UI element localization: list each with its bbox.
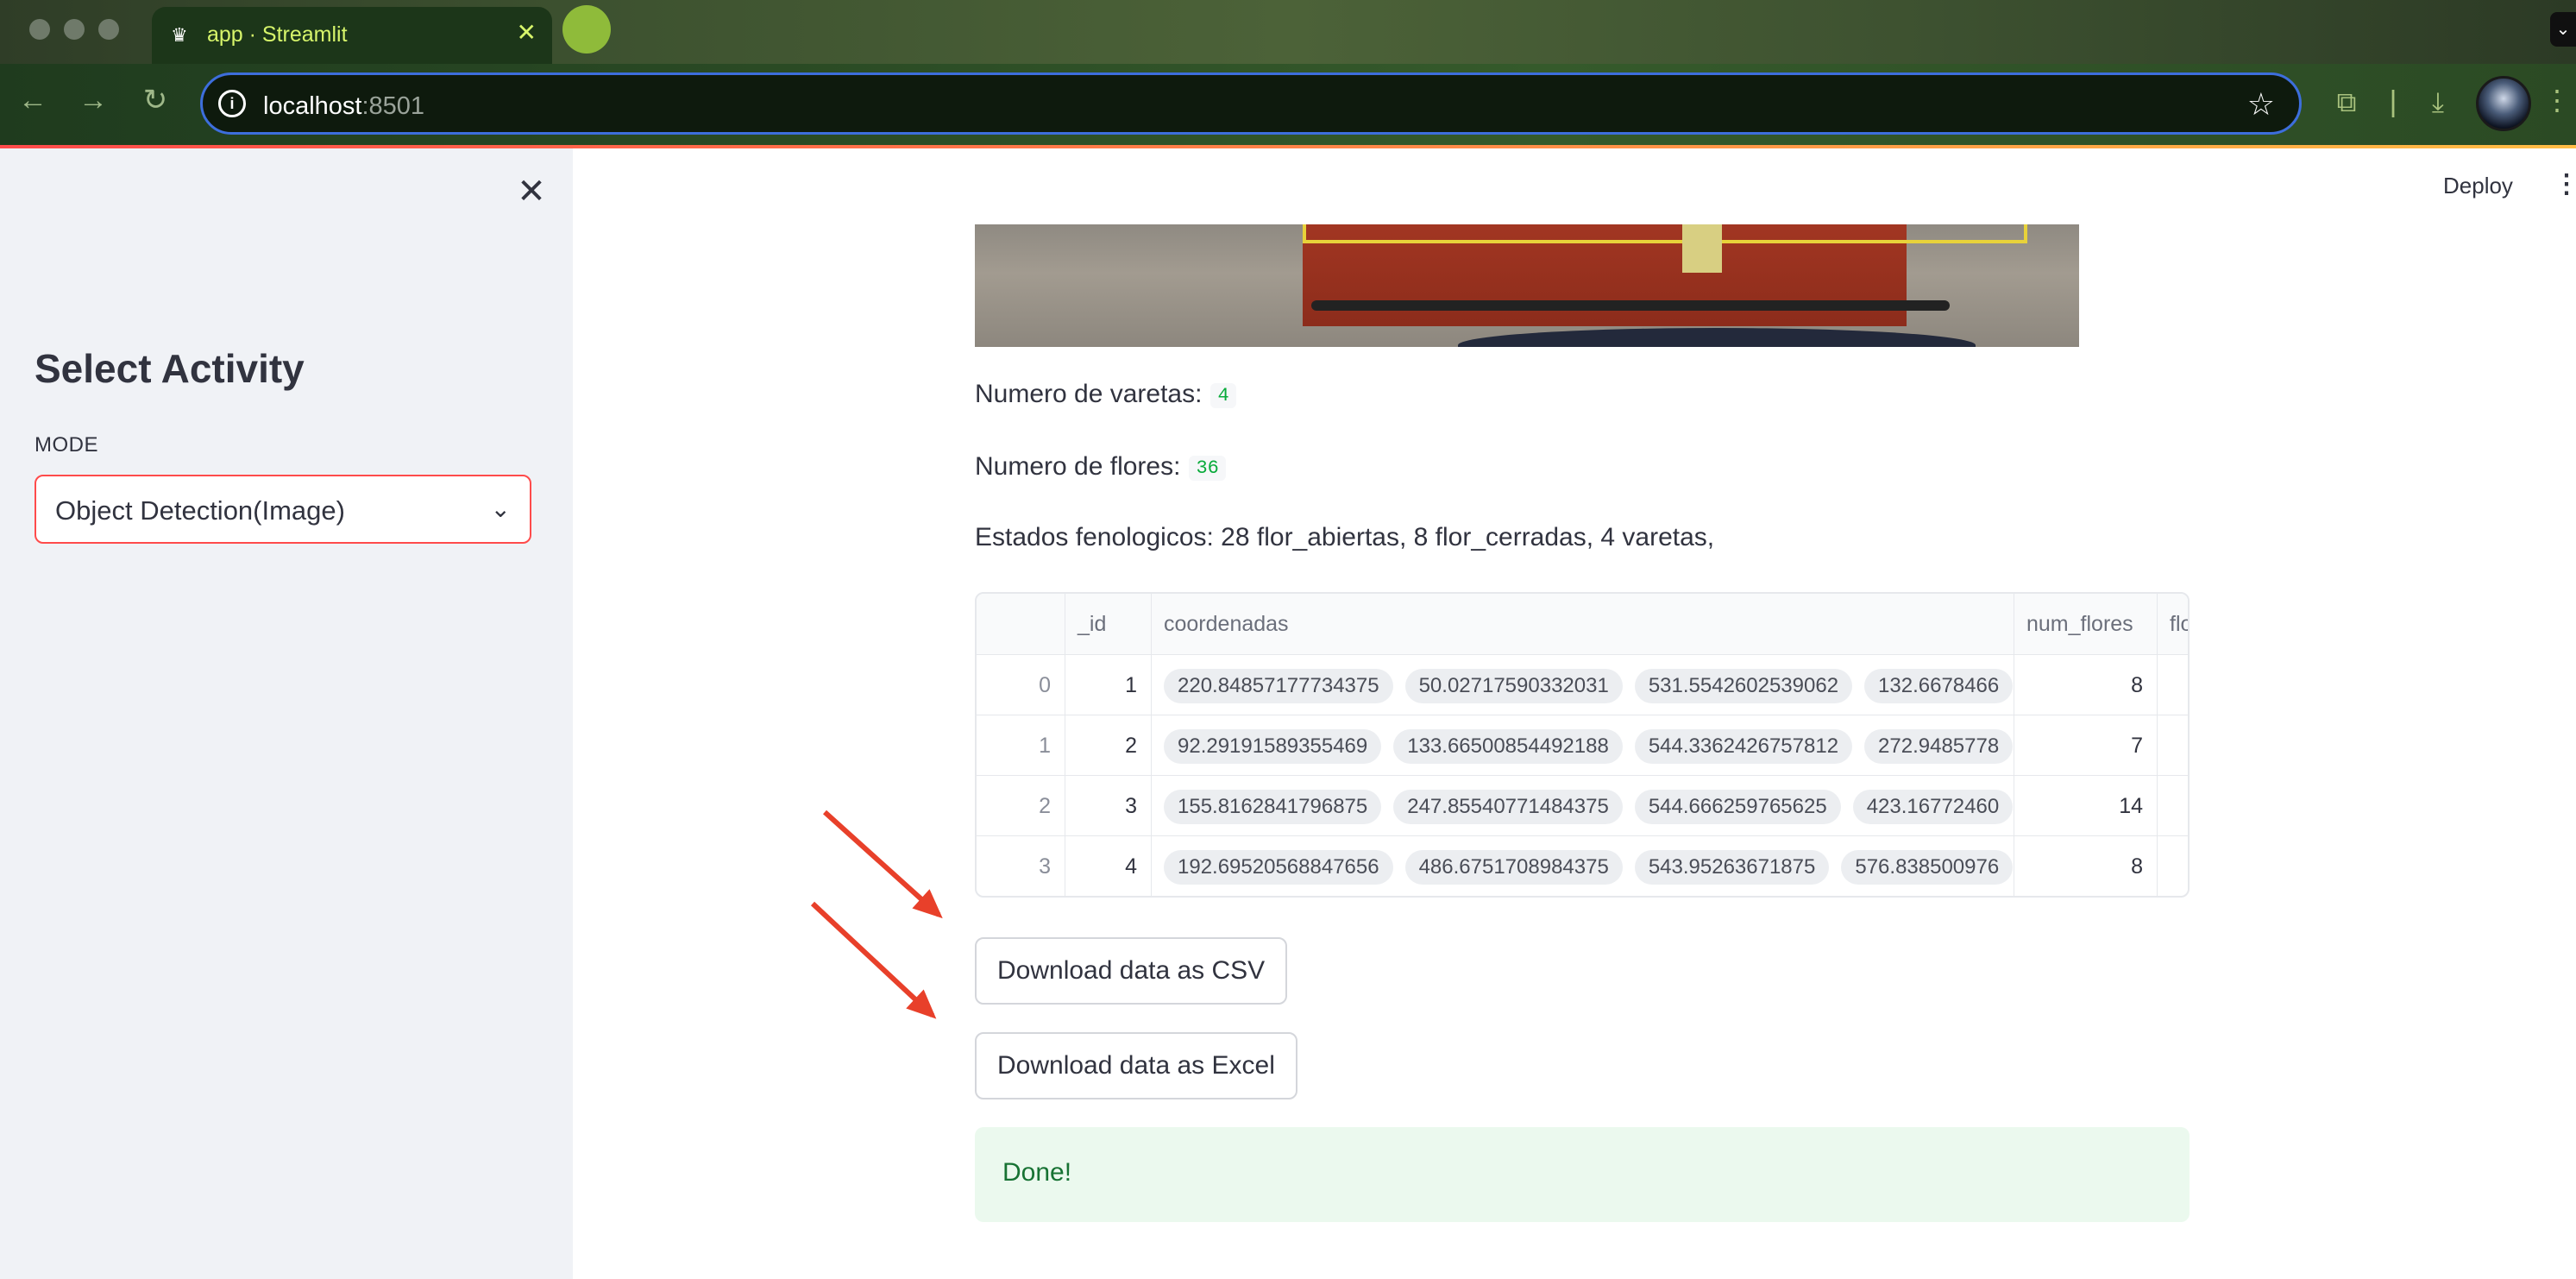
streamlit-crown-icon: ♛ <box>171 24 188 46</box>
tab-title: app · Streamlit <box>207 22 348 47</box>
extensions-puzzle-icon[interactable]: ⧉ <box>2329 85 2364 119</box>
cell-num-flores[interactable]: 8 <box>2014 655 2157 715</box>
new-tab-button[interactable] <box>562 5 611 54</box>
cell-truncated[interactable] <box>2157 655 2188 715</box>
cell-truncated[interactable] <box>2157 836 2188 896</box>
image-detection-box <box>1303 224 2027 243</box>
coord-pill: 132.6678466 <box>1864 669 2014 704</box>
window-close-dot[interactable] <box>29 19 50 40</box>
cell-coordenadas[interactable]: 155.8162841796875 247.85540771484375 544.6… <box>1151 776 2014 836</box>
success-alert: Done! <box>975 1127 2190 1222</box>
close-sidebar-icon[interactable]: ✕ <box>514 174 549 209</box>
address-bar[interactable]: i localhost:8501 ☆ <box>200 72 2302 135</box>
column-header-index[interactable] <box>977 594 1065 654</box>
toolbar-divider: | <box>2389 85 2397 118</box>
coord-pill: 92.29191589355469 <box>1164 729 1382 765</box>
coord-pill: 220.84857177734375 <box>1164 669 1393 704</box>
arrow-head <box>912 889 952 929</box>
coord-pill: 50.02717590332031 <box>1404 669 1623 704</box>
cell-coordenadas[interactable]: 220.84857177734375 50.02717590332031 531.5… <box>1151 655 2014 715</box>
cell-id[interactable]: 1 <box>1065 655 1151 715</box>
main-menu-icon[interactable]: ⋮ <box>2554 169 2576 200</box>
image-shadow <box>1458 328 1976 347</box>
row-index: 0 <box>1039 673 1051 697</box>
mode-select-value: Object Detection(Image) <box>55 495 345 526</box>
close-tab-icon[interactable]: ✕ <box>517 21 537 45</box>
window-minimize-dot[interactable] <box>64 19 85 40</box>
tab-search-chevron-icon[interactable]: ⌄ <box>2550 12 2576 47</box>
back-arrow-icon[interactable]: ← <box>16 83 50 117</box>
cell-num-flores[interactable]: 14 <box>2014 776 2157 836</box>
cell-coordenadas[interactable]: 192.69520568847656 486.6751708984375 543.9… <box>1151 836 2014 896</box>
sidebar-title: Select Activity <box>35 346 305 391</box>
column-header-truncated[interactable]: flo <box>2157 594 2188 654</box>
coord-pill: 423.16772460 <box>1852 790 2014 825</box>
profile-avatar[interactable] <box>2476 76 2531 131</box>
table-row[interactable]: 3 4 192.69520568847656 486.6751708984375 5… <box>977 835 2188 896</box>
cell-id[interactable]: 2 <box>1065 715 1151 776</box>
column-header-id[interactable]: _id <box>1065 594 1151 654</box>
cell-truncated[interactable] <box>2157 776 2188 836</box>
table-row[interactable]: 0 1 220.84857177734375 50.02717590332031 5… <box>977 654 2188 715</box>
detection-result-image <box>975 224 2079 347</box>
table-header-row: _id coordenadas num_flores flo <box>977 594 2188 654</box>
browser-tabstrip: ♛ app · Streamlit ✕ ⌄ <box>0 0 2576 64</box>
mode-label: MODE <box>35 433 98 457</box>
download-icon[interactable]: ⤓ <box>2421 85 2455 119</box>
varetas-stat: Numero de varetas: 4 <box>975 380 1236 409</box>
image-rod <box>1311 300 1950 311</box>
coord-pill: 544.3362426757812 <box>1634 729 1853 765</box>
cell-id[interactable]: 4 <box>1065 836 1151 896</box>
download-csv-button[interactable]: Download data as CSV <box>975 937 1288 1005</box>
cell-num-flores[interactable]: 8 <box>2014 836 2157 896</box>
arrow-head <box>906 989 946 1029</box>
cell-num-flores[interactable]: 7 <box>2014 715 2157 776</box>
estados-text: Estados fenologicos: 28 flor_abiertas, 8… <box>975 523 1715 551</box>
coord-pill: 247.85540771484375 <box>1393 790 1623 825</box>
coord-pill: 543.95263671875 <box>1634 850 1830 885</box>
column-header-coordenadas[interactable]: coordenadas <box>1151 594 2014 654</box>
column-header-num-flores[interactable]: num_flores <box>2014 594 2157 654</box>
success-message: Done! <box>1002 1158 1072 1187</box>
flores-stat: Numero de flores: 36 <box>975 452 1226 482</box>
deploy-button[interactable]: Deploy <box>2443 173 2513 199</box>
mode-select[interactable]: Object Detection(Image) ⌄ <box>35 475 531 544</box>
coord-pill: 133.66500854492188 <box>1393 729 1623 765</box>
flores-value: 36 <box>1189 456 1226 481</box>
reload-icon[interactable]: ↻ <box>138 83 173 117</box>
varetas-value: 4 <box>1210 383 1236 408</box>
browser-toolbar: ← → ↻ i localhost:8501 ☆ ⧉ | ⤓ ⋮ <box>0 64 2576 147</box>
coord-pill: 486.6751708984375 <box>1404 850 1623 885</box>
chevron-down-icon: ⌄ <box>490 495 511 522</box>
url-text: localhost:8501 <box>263 92 425 120</box>
coord-pill: 272.9485778 <box>1864 729 2014 765</box>
table-row[interactable]: 2 3 155.8162841796875 247.85540771484375 5… <box>977 775 2188 836</box>
coord-pill: 192.69520568847656 <box>1164 850 1393 885</box>
site-info-icon[interactable]: i <box>218 90 246 117</box>
row-index: 1 <box>1039 734 1051 758</box>
cell-truncated[interactable] <box>2157 715 2188 776</box>
flores-label: Numero de flores: <box>975 452 1181 481</box>
annotation-arrow-csv <box>822 810 952 929</box>
download-excel-button[interactable]: Download data as Excel <box>975 1032 1297 1099</box>
coord-pill: 544.666259765625 <box>1634 790 1841 825</box>
browser-tab-active[interactable]: ♛ app · Streamlit ✕ <box>152 7 552 64</box>
table-row[interactable]: 1 2 92.29191589355469 133.66500854492188 5… <box>977 715 2188 776</box>
coord-pill: 155.8162841796875 <box>1164 790 1382 825</box>
coord-pill: 531.5542602539062 <box>1634 669 1853 704</box>
annotation-arrow-excel <box>810 901 946 1029</box>
sidebar: ✕ Select Activity MODE Object Detection(… <box>0 148 573 1279</box>
coord-pill: 576.838500976 <box>1841 850 2014 885</box>
row-index: 2 <box>1039 794 1051 818</box>
cell-coordenadas[interactable]: 92.29191589355469 133.66500854492188 544.3… <box>1151 715 2014 776</box>
bookmark-star-icon[interactable]: ☆ <box>2247 87 2275 122</box>
varetas-label: Numero de varetas: <box>975 380 1203 408</box>
browser-menu-icon[interactable]: ⋮ <box>2543 83 2571 117</box>
image-label-tag <box>1682 224 1722 273</box>
forward-arrow-icon[interactable]: → <box>76 83 110 117</box>
results-dataframe[interactable]: _id coordenadas num_flores flo 0 1 220.8… <box>975 592 2190 898</box>
window-zoom-dot[interactable] <box>98 19 119 40</box>
row-index: 3 <box>1039 854 1051 879</box>
cell-id[interactable]: 3 <box>1065 776 1151 836</box>
